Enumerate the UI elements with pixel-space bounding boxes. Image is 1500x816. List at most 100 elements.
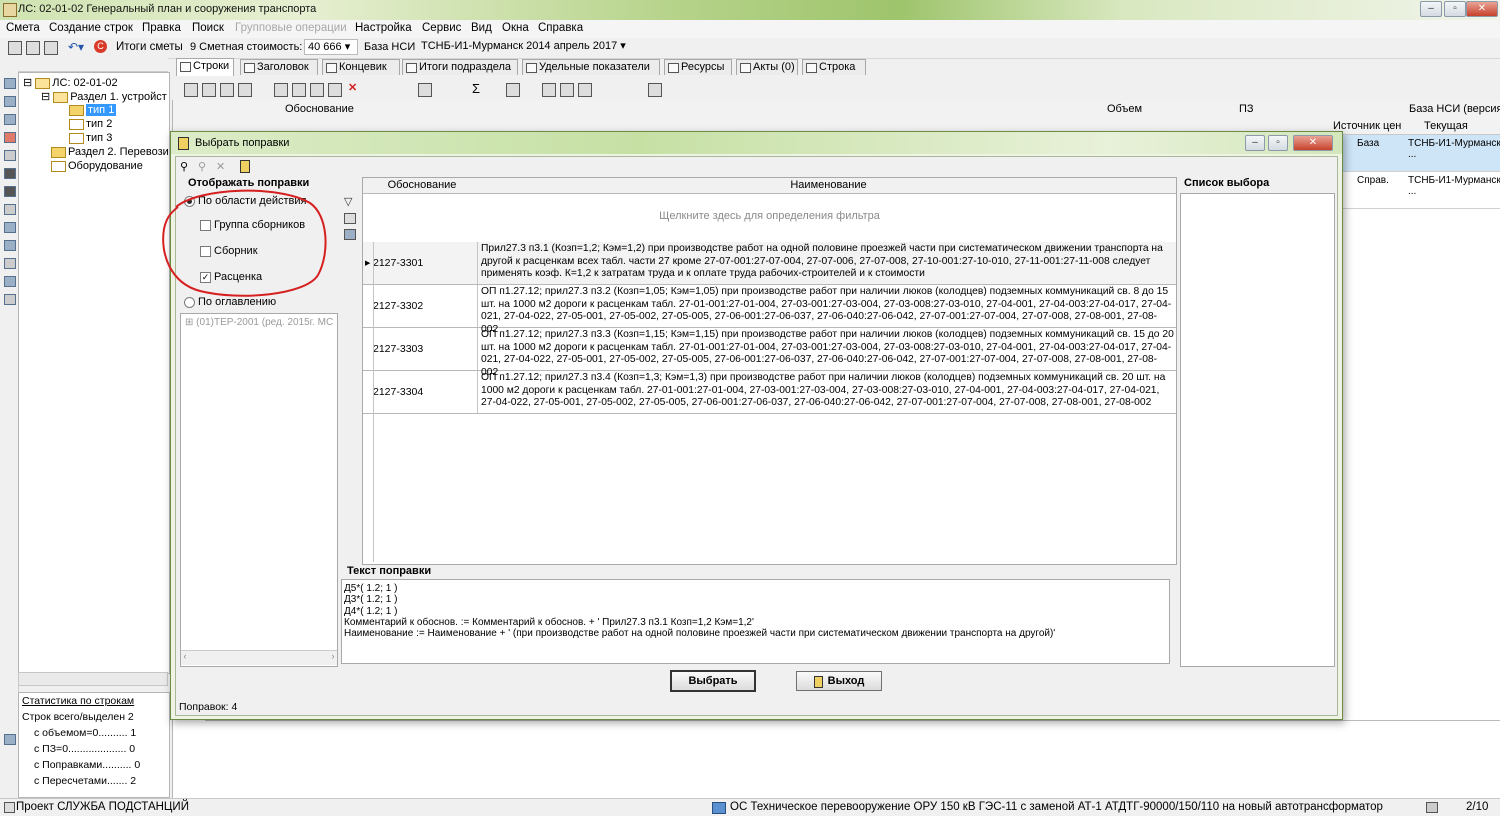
find-next-icon[interactable]: ⚲: [198, 160, 206, 173]
filter-grid-icon[interactable]: [344, 229, 356, 240]
ungroup-icon[interactable]: [4, 294, 16, 305]
tree-item-section2[interactable]: Раздел 2. Перевози: [51, 146, 169, 158]
tab-unit-indicators[interactable]: Удельные показатели: [522, 59, 660, 75]
sum-icon[interactable]: Σ: [472, 81, 480, 96]
expand-stats-icon[interactable]: [4, 734, 16, 745]
menu-settings[interactable]: Настройка: [355, 22, 412, 34]
binoculars-icon[interactable]: ⚲: [180, 160, 188, 173]
save-icon[interactable]: [8, 41, 22, 55]
tab-footer[interactable]: Концевик: [322, 59, 400, 75]
tab-rows[interactable]: Строки: [176, 58, 235, 76]
add-section-icon[interactable]: [4, 96, 16, 107]
cut-icon[interactable]: [310, 83, 324, 97]
filter-rows-icon[interactable]: [344, 213, 356, 224]
split-icon[interactable]: [4, 222, 16, 233]
folder-icon: [69, 132, 84, 144]
calc-icon[interactable]: C: [94, 40, 107, 53]
tab-acts[interactable]: Акты (0): [736, 59, 798, 75]
insert-row-icon[interactable]: [202, 83, 216, 97]
stats-title[interactable]: Статистика по строкам: [22, 695, 134, 707]
toc-tree-item[interactable]: ⊞ (01)ТЕР-2001 (ред. 2015г. МС: [185, 317, 335, 328]
base-combo[interactable]: ТСНБ-И1-Мурманск 2014 апрель 2017 ▾: [418, 39, 638, 55]
print-icon[interactable]: [26, 41, 40, 55]
filter-hint[interactable]: Щелкните здесь для определения фильтра: [363, 194, 1176, 242]
grid-row[interactable]: База ТСНБ-И1-Мурманск ...: [1333, 135, 1500, 172]
tree-item-type1[interactable]: тип 1: [69, 104, 117, 116]
grid-icon: [806, 63, 817, 73]
menu-search[interactable]: Поиск: [192, 22, 224, 34]
collapse-icon[interactable]: [4, 78, 16, 89]
tab-subtotals[interactable]: Итоги подраздела: [402, 59, 518, 75]
eraser-icon[interactable]: [648, 83, 662, 97]
arrow-down-icon[interactable]: [4, 186, 16, 197]
undo-icon[interactable]: ↶▾: [68, 40, 84, 54]
estimate-tree[interactable]: ⊟ ЛС: 02-01-02 ⊟ Раздел 1. устройст тип …: [18, 72, 170, 674]
cost-combo[interactable]: 40 666 ▾: [304, 39, 358, 55]
main-toolbar: ↶▾ C Итоги сметы 9 Сметная стоимость: 40…: [0, 38, 1500, 59]
columns-icon[interactable]: [560, 83, 574, 97]
arrow-right-icon[interactable]: [4, 204, 16, 215]
exit-button[interactable]: Выход: [796, 671, 882, 691]
tree-item-section1[interactable]: ⊟ Раздел 1. устройст: [41, 90, 167, 103]
col-name[interactable]: Наименование: [481, 178, 1176, 194]
menu-windows[interactable]: Окна: [502, 22, 529, 34]
row-props-icon[interactable]: [220, 83, 234, 97]
menu-group-ops[interactable]: Групповые операции: [235, 22, 347, 34]
tab-header[interactable]: Заголовок: [240, 59, 318, 75]
maximize-button[interactable]: ▫: [1444, 1, 1466, 17]
delete-row-icon[interactable]: ✕: [348, 81, 357, 94]
layout-icon[interactable]: [542, 83, 556, 97]
clear-find-icon[interactable]: ✕: [216, 160, 225, 173]
copy-icon[interactable]: [4, 240, 16, 251]
paste-row-icon[interactable]: [328, 83, 342, 97]
find-icon[interactable]: [506, 83, 520, 97]
dialog-minimize-button[interactable]: –: [1245, 135, 1265, 151]
paste-icon[interactable]: [4, 258, 16, 269]
tree-hscrollbar[interactable]: [18, 672, 168, 686]
table-row[interactable]: 2127-3302 ОП п1.27.12; прил27.3 п3.2 (Ко…: [363, 285, 1176, 335]
group-icon[interactable]: [4, 276, 16, 287]
calc-row-icon[interactable]: [418, 83, 432, 97]
move-up-icon[interactable]: [4, 150, 16, 161]
totals-label[interactable]: Итоги сметы: [116, 41, 183, 53]
folder-icon: [53, 91, 69, 103]
menu-estimate[interactable]: Смета: [6, 22, 40, 34]
filter-icon[interactable]: ▽: [344, 195, 352, 208]
exit-door-icon[interactable]: [240, 160, 250, 173]
tree-root[interactable]: ⊟ ЛС: 02-01-02: [23, 76, 118, 89]
dialog-close-button[interactable]: ✕: [1293, 135, 1333, 151]
table-row[interactable]: ▶ 2127-3301 Прил27.3 п3.1 (Козп=1,2; Кэм…: [363, 242, 1176, 285]
menu-view[interactable]: Вид: [471, 22, 492, 34]
export-icon[interactable]: [44, 41, 58, 55]
select-button[interactable]: Выбрать: [670, 670, 756, 692]
new-row-icon[interactable]: [184, 83, 198, 97]
sort-icon[interactable]: [4, 114, 16, 125]
menu-create-rows[interactable]: Создание строк: [49, 22, 133, 34]
tab-resources[interactable]: Ресурсы: [664, 59, 732, 75]
grid-row[interactable]: Справ. ТСНБ-И1-Мурманск ...: [1333, 172, 1500, 209]
menu-edit[interactable]: Правка: [142, 22, 181, 34]
correction-text[interactable]: Д5*( 1.2; 1 ) Д3*( 1.2; 1 ) Д4*( 1.2; 1 ) К…: [341, 579, 1170, 664]
menu-service[interactable]: Сервис: [422, 22, 461, 34]
dialog-maximize-button[interactable]: ▫: [1268, 135, 1288, 151]
tree-item-equipment[interactable]: Оборудование: [51, 160, 143, 172]
delete-icon[interactable]: [4, 132, 16, 143]
toc-hscrollbar[interactable]: ‹ ›: [181, 650, 337, 665]
duplicate-icon[interactable]: [292, 83, 306, 97]
col-basis[interactable]: Обоснование: [363, 178, 482, 194]
close-button[interactable]: ✕: [1466, 1, 1498, 17]
tree-item-type2[interactable]: тип 2: [69, 118, 112, 130]
link-icon[interactable]: [274, 83, 288, 97]
menu-help[interactable]: Справка: [538, 22, 583, 34]
toc-tree[interactable]: ⊞ (01)ТЕР-2001 (ред. 2015г. МС ‹ ›: [180, 313, 338, 667]
rows-toolbar: ✕ Σ: [172, 78, 1500, 101]
tree-item-type3[interactable]: тип 3: [69, 132, 112, 144]
row-copy-icon[interactable]: [238, 83, 252, 97]
tab-row[interactable]: Строка: [802, 59, 866, 75]
table-row[interactable]: 2127-3303 ОП п1.27.12; прил27.3 п3.3 (Ко…: [363, 328, 1176, 378]
minimize-button[interactable]: –: [1420, 1, 1442, 17]
selection-list[interactable]: [1180, 193, 1335, 667]
table-row[interactable]: 2127-3304 ОП п1.27.12; прил27.3 п3.4 (Ко…: [363, 371, 1176, 414]
move-down-icon[interactable]: [4, 168, 16, 179]
window-icon[interactable]: [578, 83, 592, 97]
